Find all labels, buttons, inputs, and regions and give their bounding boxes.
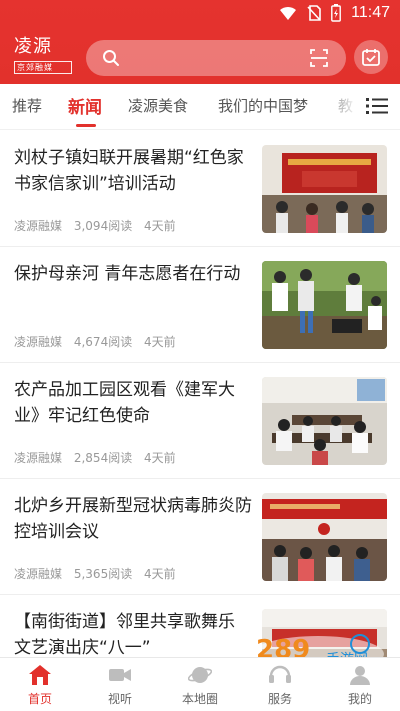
article-title[interactable]: 农产品加工园区观看《建军大业》牢记红色使命 bbox=[14, 377, 252, 429]
tab-recommend[interactable]: 推荐 bbox=[12, 95, 42, 116]
bottom-navigation: 首页 视听 本地圈 服务 我的 bbox=[0, 657, 400, 711]
no-sim-icon bbox=[307, 5, 321, 21]
planet-icon bbox=[160, 664, 240, 686]
tab-china-dream[interactable]: 我们的中国梦 bbox=[218, 95, 308, 116]
article-source: 凌源融媒 bbox=[14, 567, 63, 581]
article-meta: 凌源融媒 2,854阅读 4天前 bbox=[14, 449, 184, 466]
article-meta: 凌源融媒 3,094阅读 4天前 bbox=[14, 217, 184, 234]
article-meta: 凌源融媒 4,674阅读 4天前 bbox=[14, 333, 184, 350]
article-reads: 5,365阅读 bbox=[73, 567, 133, 581]
scan-icon[interactable] bbox=[310, 49, 328, 71]
nav-service[interactable]: 服务 bbox=[240, 664, 320, 707]
article-item[interactable]: 刘杖子镇妇联开展暑期“红色家书家信家训”培训活动 凌源融媒 3,094阅读 4天… bbox=[0, 131, 400, 247]
status-bar: 11:47 bbox=[0, 0, 400, 30]
status-time: 11:47 bbox=[351, 4, 390, 21]
article-title[interactable]: 【南街街道】邻里共享歌舞乐 文艺演出庆“八一” bbox=[14, 609, 252, 661]
wifi-icon bbox=[279, 5, 297, 21]
article-thumbnail[interactable] bbox=[262, 493, 387, 581]
nav-label-video: 视听 bbox=[107, 692, 132, 706]
nav-home[interactable]: 首页 bbox=[0, 664, 80, 707]
article-time: 4天前 bbox=[144, 567, 176, 581]
nav-label-home: 首页 bbox=[27, 692, 52, 706]
article-thumbnail[interactable] bbox=[262, 261, 387, 349]
search-icon bbox=[102, 49, 120, 71]
nav-video[interactable]: 视听 bbox=[80, 664, 160, 707]
logo-subtitle: 京郊融媒 bbox=[14, 61, 72, 74]
nav-label-profile: 我的 bbox=[347, 692, 372, 706]
article-time: 4天前 bbox=[144, 219, 176, 233]
nav-label-local: 本地圈 bbox=[181, 692, 218, 706]
article-item[interactable]: 农产品加工园区观看《建军大业》牢记红色使命 凌源融媒 2,854阅读 4天前 bbox=[0, 363, 400, 479]
article-source: 凌源融媒 bbox=[14, 451, 63, 465]
article-item[interactable]: 保护母亲河 青年志愿者在行动 凌源融媒 4,674阅读 4天前 bbox=[0, 247, 400, 363]
tabs-fade bbox=[318, 84, 358, 128]
article-reads: 4,674阅读 bbox=[73, 335, 133, 349]
video-icon bbox=[80, 664, 160, 686]
tab-news[interactable]: 新闻 bbox=[68, 93, 102, 118]
app-header: 11:47 凌源 京郊融媒 bbox=[0, 0, 400, 84]
tab-food[interactable]: 凌源美食 bbox=[128, 95, 188, 116]
article-time: 4天前 bbox=[144, 451, 176, 465]
article-title[interactable]: 保护母亲河 青年志愿者在行动 bbox=[14, 261, 252, 287]
article-source: 凌源融媒 bbox=[14, 219, 63, 233]
nav-label-service: 服务 bbox=[267, 692, 292, 706]
article-reads: 2,854阅读 bbox=[73, 451, 133, 465]
article-reads: 3,094阅读 bbox=[73, 219, 133, 233]
article-title[interactable]: 北炉乡开展新型冠状病毒肺炎防控培训会议 bbox=[14, 493, 252, 545]
search-bar[interactable] bbox=[86, 40, 346, 76]
home-icon bbox=[0, 664, 80, 686]
article-thumbnail[interactable] bbox=[262, 145, 387, 233]
nav-local[interactable]: 本地圈 bbox=[160, 664, 240, 707]
article-time: 4天前 bbox=[144, 335, 176, 349]
article-meta: 凌源融媒 5,365阅读 4天前 bbox=[14, 565, 184, 582]
service-icon bbox=[240, 664, 320, 686]
calendar-button[interactable] bbox=[354, 40, 388, 74]
article-source: 凌源融媒 bbox=[14, 335, 63, 349]
article-thumbnail[interactable] bbox=[262, 377, 387, 465]
logo-title: 凌源 bbox=[14, 36, 52, 57]
active-tab-indicator bbox=[76, 124, 96, 127]
nav-profile[interactable]: 我的 bbox=[320, 664, 400, 707]
tab-menu-icon[interactable] bbox=[366, 96, 388, 116]
app-logo: 凌源 京郊融媒 bbox=[14, 36, 72, 76]
user-icon bbox=[320, 664, 400, 686]
article-title[interactable]: 刘杖子镇妇联开展暑期“红色家书家信家训”培训活动 bbox=[14, 145, 252, 197]
battery-icon bbox=[331, 4, 342, 22]
article-item[interactable]: 北炉乡开展新型冠状病毒肺炎防控培训会议 凌源融媒 5,365阅读 4天前 bbox=[0, 479, 400, 595]
category-tabs: 推荐 新闻 凌源美食 我们的中国梦 教 bbox=[0, 84, 400, 130]
